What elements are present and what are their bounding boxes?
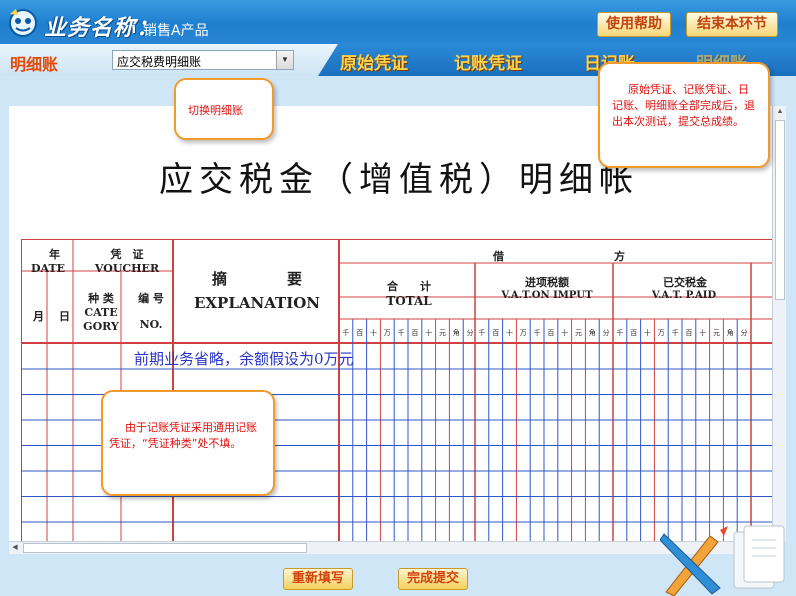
digit-unit-label: 十 (561, 328, 568, 337)
voucher-header: VOUCHER (94, 262, 160, 275)
digit-unit-label: 百 (547, 329, 554, 337)
redo-button[interactable]: 重新填写 (283, 568, 353, 590)
submit-button[interactable]: 完成提交 (398, 568, 468, 590)
category-header: CATE GORY (83, 306, 119, 333)
voucher-cn-header: 凭 证 (110, 248, 144, 261)
horizontal-scrollbar[interactable]: ◀ ▶ (9, 541, 772, 554)
paid-tax-header: V.A.T. P.AID (651, 290, 717, 301)
digit-unit-label: 千 (342, 328, 349, 337)
digit-unit-label: 元 (575, 329, 582, 337)
digit-unit-label: 分 (603, 328, 610, 337)
digit-unit-label: 百 (492, 329, 499, 337)
digit-unit-label: 元 (713, 329, 720, 337)
digit-unit-label: 百 (356, 329, 363, 337)
year-header: 年 (49, 248, 60, 261)
vertical-scroll-thumb[interactable] (775, 120, 785, 300)
digit-unit-label: 千 (616, 328, 623, 337)
digit-unit-label: 千 (478, 328, 485, 337)
explanation-cn-header: 摘 要 (211, 270, 302, 288)
number-header: NO. (139, 318, 163, 331)
switch-ledger-callout: 切换明细账 (174, 78, 274, 140)
ledger-memo-text: 前期业务省略，余额假设为0万元 (134, 350, 354, 368)
scroll-left-icon[interactable]: ◀ (9, 542, 21, 554)
day-header: 日 (59, 310, 70, 323)
digit-unit-label: 元 (439, 329, 446, 337)
number-cn-header: 编 号 (138, 292, 164, 305)
digit-unit-label: 万 (520, 329, 527, 337)
explanation-header: EXPLANATION (193, 294, 321, 312)
tab-accounting-voucher[interactable]: 记账凭证 (454, 49, 522, 74)
digit-unit-label: 万 (384, 329, 391, 337)
digit-unit-label: 万 (658, 329, 665, 337)
chevron-down-icon[interactable]: ▼ (276, 51, 293, 69)
digit-unit-label: 分 (467, 328, 474, 337)
tab-original-voucher[interactable]: 原始凭证 (340, 49, 408, 74)
paid-tax-cn-header: 已交税金 (663, 276, 707, 289)
category-cn-header: 种 类 (88, 292, 114, 305)
ledger-select-value: 应交税费明细账 (117, 55, 202, 69)
business-name: 销售A产品 (143, 23, 209, 39)
scroll-up-icon[interactable]: ▲ (773, 106, 787, 118)
digit-unit-label: 百 (411, 329, 418, 337)
digit-unit-label: 百 (685, 329, 692, 337)
help-button[interactable]: 使用帮助 (597, 12, 671, 37)
total-cn-header: 合 计 (387, 280, 431, 293)
voucher-note-callout: 由于记账凭证采用通用记账凭证，“凭证种类”处不填。 (101, 390, 275, 496)
ledger-select[interactable]: 应交税费明细账 ▼ (112, 50, 294, 70)
digit-unit-label: 百 (630, 329, 637, 337)
digit-unit-label: 角 (453, 328, 460, 337)
date-header: DATE (31, 262, 66, 275)
digit-unit-label: 千 (672, 328, 679, 337)
digit-unit-label: 分 (741, 328, 748, 337)
end-section-button[interactable]: 结束本环节 (686, 12, 778, 37)
section-label: 明细账 (10, 55, 59, 74)
digit-unit-label: 角 (589, 328, 596, 337)
digit-unit-label: 千 (534, 328, 541, 337)
app-header: 业务名称： 销售A产品 使用帮助 结束本环节 (0, 0, 796, 44)
vertical-scrollbar[interactable]: ▲ ▼ (772, 106, 786, 541)
total-header: TOTAL (386, 294, 432, 308)
digit-unit-label: 角 (727, 328, 734, 337)
app-logo-icon (9, 9, 37, 37)
digit-unit-label: 十 (699, 328, 706, 337)
digit-unit-label: 十 (425, 328, 432, 337)
digit-unit-label: 十 (644, 328, 651, 337)
finish-note-callout: 原始凭证、记账凭证、日记账、明细账全部完成后，退出本次测试，提交总成绩。 (598, 62, 770, 168)
digit-unit-label: 十 (370, 328, 377, 337)
input-tax-cn-header: 进项税额 (525, 276, 569, 289)
horizontal-scroll-thumb[interactable] (23, 543, 307, 553)
month-header: 月 (33, 310, 44, 323)
pencil-ruler-icon (660, 525, 785, 596)
debit-header: 借 方 (493, 250, 625, 263)
app-title: 业务名称： (44, 16, 160, 41)
input-tax-header: V.A.T.ON IMPUT (501, 290, 593, 301)
digit-unit-label: 十 (506, 328, 513, 337)
digit-unit-label: 千 (398, 328, 405, 337)
